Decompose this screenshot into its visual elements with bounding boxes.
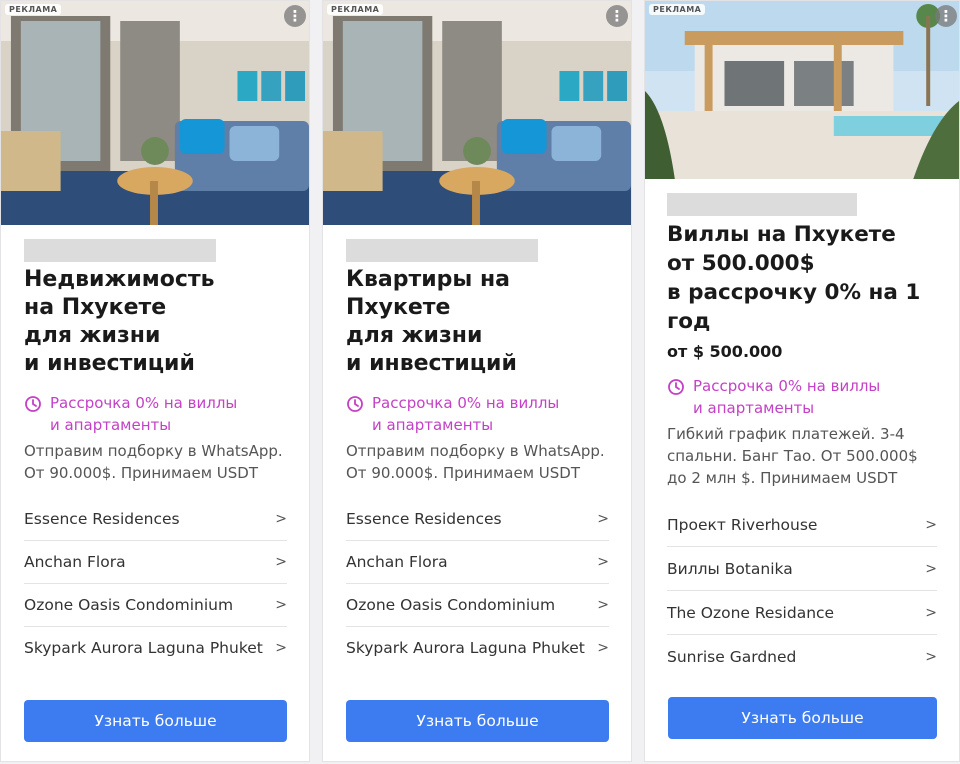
- sitelink-label: Anchan Flora: [346, 553, 448, 571]
- ad-title[interactable]: Недвижимость на Пхукете для жизни и инве…: [24, 266, 287, 378]
- chevron-right-icon: >: [275, 554, 287, 570]
- learn-more-button[interactable]: Узнать больше: [668, 697, 937, 739]
- chevron-right-icon: >: [925, 516, 937, 533]
- clock-icon: [668, 379, 684, 395]
- sitelink-1[interactable]: Проект Riverhouse >: [667, 503, 937, 547]
- apartment-interior-image[interactable]: [323, 1, 631, 225]
- promo-line: Рассрочка 0% на виллы и апартаменты: [24, 392, 287, 436]
- sitelink-4[interactable]: Skypark Aurora Laguna Phuket >: [346, 627, 609, 669]
- sitelink-3[interactable]: The Ozone Residance >: [667, 591, 937, 635]
- ad-card-2[interactable]: РЕКЛАМА ⋮ Квартиры на Пхукете для жизни …: [322, 0, 632, 762]
- ad-badge: РЕКЛАМА: [649, 4, 706, 15]
- chevron-right-icon: >: [597, 511, 609, 527]
- sitelink-label: Skypark Aurora Laguna Phuket: [346, 639, 585, 657]
- sitelinks: Essence Residences > Anchan Flora > Ozone …: [24, 498, 287, 669]
- ad-badge: РЕКЛАМА: [327, 4, 384, 15]
- sitelink-3[interactable]: Ozone Oasis Condominium >: [24, 584, 287, 627]
- sitelinks: Проект Riverhouse > Виллы Botanika > The O…: [667, 503, 937, 678]
- promo-text: Рассрочка 0% на виллы и апартаменты: [693, 377, 881, 417]
- promo-text: Рассрочка 0% на виллы и апартаменты: [50, 394, 238, 434]
- sitelinks: Essence Residences > Anchan Flora > Ozone …: [346, 498, 609, 669]
- sitelink-2[interactable]: Виллы Botanika >: [667, 547, 937, 591]
- promo-line: Рассрочка 0% на виллы и апартаменты: [346, 392, 609, 436]
- chevron-right-icon: >: [925, 560, 937, 577]
- ad-title[interactable]: Квартиры на Пхукете для жизни и инвестиц…: [346, 266, 609, 378]
- promo-line: Рассрочка 0% на виллы и апартаменты: [667, 375, 937, 419]
- more-vertical-icon[interactable]: ⋮: [284, 5, 306, 27]
- ad-description: Гибкий график платежей. 3-4 спальни. Бан…: [667, 425, 918, 487]
- sitelink-1[interactable]: Essence Residences >: [346, 498, 609, 541]
- chevron-right-icon: >: [925, 604, 937, 621]
- chevron-right-icon: >: [925, 648, 937, 665]
- domain-placeholder: [24, 239, 216, 262]
- clock-icon: [25, 396, 41, 412]
- ad-description: Отправим подборку в WhatsApp. От 90.000$…: [24, 442, 283, 482]
- sitelink-label: Skypark Aurora Laguna Phuket: [24, 639, 263, 657]
- promo-text: Рассрочка 0% на виллы и апартаменты: [372, 394, 560, 434]
- ad-card-3[interactable]: РЕКЛАМА ⋮ Виллы на Пхукете от 500.000$ в…: [644, 0, 960, 762]
- sitelink-label: Ozone Oasis Condominium: [346, 596, 556, 614]
- chevron-right-icon: >: [597, 554, 609, 570]
- learn-more-button[interactable]: Узнать больше: [24, 700, 287, 742]
- chevron-right-icon: >: [597, 597, 609, 613]
- ad-title[interactable]: Виллы на Пхукете от 500.000$ в рассрочку…: [667, 220, 937, 336]
- sitelink-2[interactable]: Anchan Flora >: [24, 541, 287, 584]
- sitelink-label: Виллы Botanika: [667, 559, 793, 578]
- sitelink-4[interactable]: Skypark Aurora Laguna Phuket >: [24, 627, 287, 669]
- more-vertical-icon[interactable]: ⋮: [606, 5, 628, 27]
- price-label: от $ 500.000: [667, 342, 783, 361]
- domain-placeholder: [667, 193, 857, 216]
- chevron-right-icon: >: [275, 640, 287, 656]
- sitelink-4[interactable]: Sunrise Gardned >: [667, 635, 937, 678]
- sitelink-label: Anchan Flora: [24, 553, 126, 571]
- ad-card-1[interactable]: РЕКЛАМА ⋮ Недвижимость на Пхукете для жи…: [0, 0, 310, 762]
- sitelink-1[interactable]: Essence Residences >: [24, 498, 287, 541]
- villa-exterior-image[interactable]: [645, 1, 959, 179]
- learn-more-button[interactable]: Узнать больше: [346, 700, 609, 742]
- sitelink-label: Sunrise Gardned: [667, 647, 797, 666]
- chevron-right-icon: >: [275, 511, 287, 527]
- domain-placeholder: [346, 239, 538, 262]
- sitelink-label: The Ozone Residance: [667, 603, 835, 622]
- apartment-interior-image[interactable]: [1, 1, 309, 225]
- sitelink-2[interactable]: Anchan Flora >: [346, 541, 609, 584]
- ad-badge: РЕКЛАМА: [5, 4, 62, 15]
- sitelink-label: Проект Riverhouse: [667, 515, 818, 534]
- sitelink-label: Essence Residences: [24, 510, 180, 528]
- chevron-right-icon: >: [597, 640, 609, 656]
- sitelink-label: Ozone Oasis Condominium: [24, 596, 234, 614]
- more-vertical-icon[interactable]: ⋮: [935, 5, 957, 27]
- ad-description: Отправим подборку в WhatsApp. От 90.000$…: [346, 442, 605, 482]
- sitelink-3[interactable]: Ozone Oasis Condominium >: [346, 584, 609, 627]
- chevron-right-icon: >: [275, 597, 287, 613]
- clock-icon: [347, 396, 363, 412]
- sitelink-label: Essence Residences: [346, 510, 502, 528]
